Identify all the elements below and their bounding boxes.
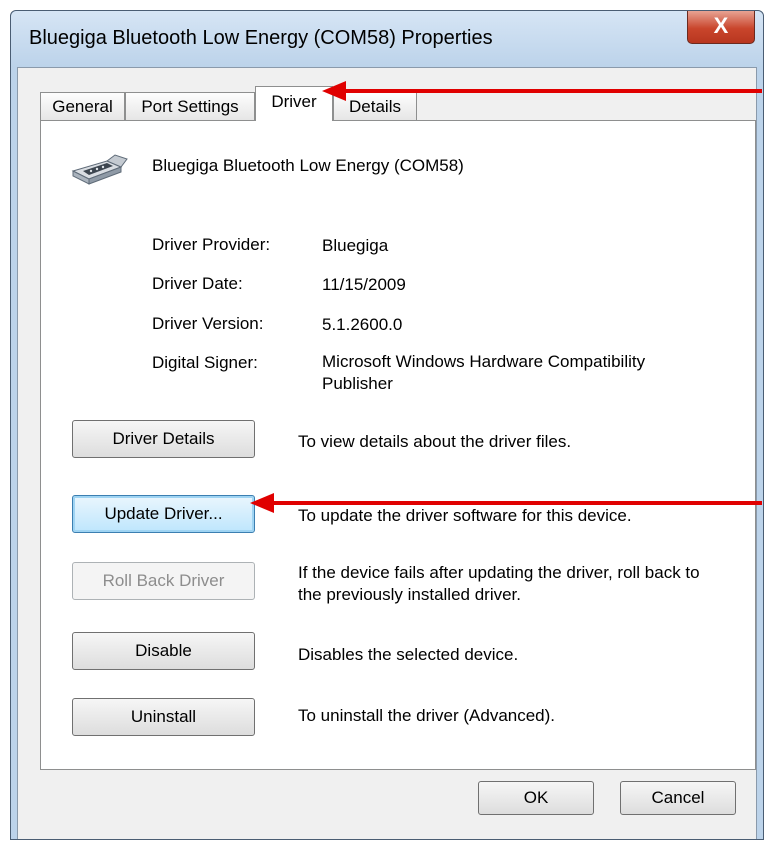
digital-signer-value: Microsoft Windows Hardware Compatibility… xyxy=(322,352,646,393)
serial-port-icon xyxy=(71,154,128,185)
driver-details-description: To view details about the driver files. xyxy=(298,432,572,451)
driver-date-label: Driver Date: xyxy=(152,274,243,293)
driver-provider-label: Driver Provider: xyxy=(152,235,271,254)
properties-dialog: Bluegiga Bluetooth Low Energy (COM58) Pr… xyxy=(10,10,764,840)
close-button[interactable]: X xyxy=(687,11,755,44)
driver-tab-panel: Bluegiga Bluetooth Low Energy (COM58) Dr… xyxy=(40,120,756,770)
tab-details[interactable]: Details xyxy=(333,92,417,120)
roll-back-driver-button[interactable]: Roll Back Driver xyxy=(72,562,255,600)
disable-description: Disables the selected device. xyxy=(298,645,519,664)
dialog-client-area: General Port Settings Driver Details Blu… xyxy=(17,67,757,839)
driver-details-button[interactable]: Driver Details xyxy=(72,420,255,458)
window-title: Bluegiga Bluetooth Low Energy (COM58) Pr… xyxy=(29,27,493,49)
uninstall-description: To uninstall the driver (Advanced). xyxy=(298,706,556,725)
driver-version-value: 5.1.2600.0 xyxy=(322,315,403,334)
driver-provider-value: Bluegiga xyxy=(322,236,389,255)
tab-port-settings[interactable]: Port Settings xyxy=(125,92,255,120)
title-bar[interactable]: Bluegiga Bluetooth Low Energy (COM58) Pr… xyxy=(11,11,763,67)
driver-date-value: 11/15/2009 xyxy=(322,275,406,294)
roll-back-driver-description: If the device fails after updating the d… xyxy=(298,563,700,604)
disable-button[interactable]: Disable xyxy=(72,632,255,670)
device-name: Bluegiga Bluetooth Low Energy (COM58) xyxy=(152,156,464,175)
ok-button[interactable]: OK xyxy=(478,781,594,815)
tab-general[interactable]: General xyxy=(40,92,125,120)
driver-version-label: Driver Version: xyxy=(152,314,264,333)
close-icon: X xyxy=(713,13,729,38)
update-driver-button[interactable]: Update Driver... xyxy=(72,495,255,533)
digital-signer-label: Digital Signer: xyxy=(152,353,258,372)
update-driver-description: To update the driver software for this d… xyxy=(298,506,632,525)
uninstall-button[interactable]: Uninstall xyxy=(72,698,255,736)
cancel-button[interactable]: Cancel xyxy=(620,781,736,815)
tab-driver[interactable]: Driver xyxy=(255,86,333,121)
